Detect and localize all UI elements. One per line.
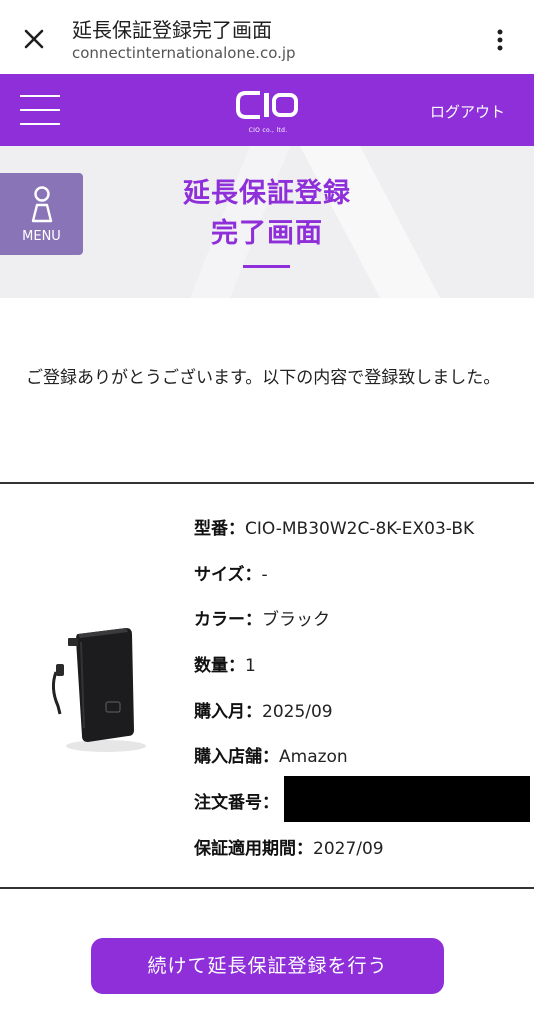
more-options-icon[interactable] [490, 26, 510, 54]
continue-registration-button[interactable]: 続けて延長保証登録を行う [91, 938, 444, 994]
cio-logo[interactable]: CIO co., ltd. [236, 87, 300, 134]
detail-warranty-period: 保証適用期間：2027/09 [194, 839, 384, 859]
detail-color: カラー：ブラック [194, 610, 330, 630]
divider [0, 887, 534, 889]
registration-complete-message: ご登録ありがとうございます。以下の内容で登録致しました。 [26, 368, 501, 388]
menu-button[interactable]: MENU [0, 173, 83, 255]
site-header: CIO co., ltd. ログアウト [0, 74, 534, 146]
detail-quantity: 数量：1 [194, 656, 256, 676]
user-icon [31, 186, 53, 223]
page-title: 延長保証登録 完了画面 [183, 178, 351, 249]
hamburger-menu-icon[interactable] [20, 95, 60, 125]
detail-purchase-month: 購入月：2025/09 [194, 702, 333, 722]
browser-url[interactable]: connectinternationalone.co.jp [72, 44, 296, 62]
browser-toolbar: 延長保証登録完了画面 connectinternationalone.co.jp [0, 0, 534, 74]
detail-order-number: 注文番号： [194, 776, 530, 822]
close-icon[interactable] [20, 25, 48, 53]
divider [0, 482, 534, 484]
product-image [51, 628, 146, 752]
page-heading-section: MENU 延長保証登録 完了画面 [0, 146, 534, 298]
menu-label: MENU [22, 229, 61, 244]
redacted-order-number [284, 776, 530, 822]
title-underline [243, 265, 290, 268]
browser-page-title: 延長保証登録完了画面 [72, 18, 272, 42]
detail-model: 型番：CIO-MB30W2C-8K-EX03-BK [194, 519, 475, 539]
logo-subtitle: CIO co., ltd. [248, 127, 288, 134]
detail-store: 購入店舗：Amazon [194, 747, 348, 767]
detail-size: サイズ：- [194, 565, 268, 585]
logout-link[interactable]: ログアウト [430, 101, 505, 122]
